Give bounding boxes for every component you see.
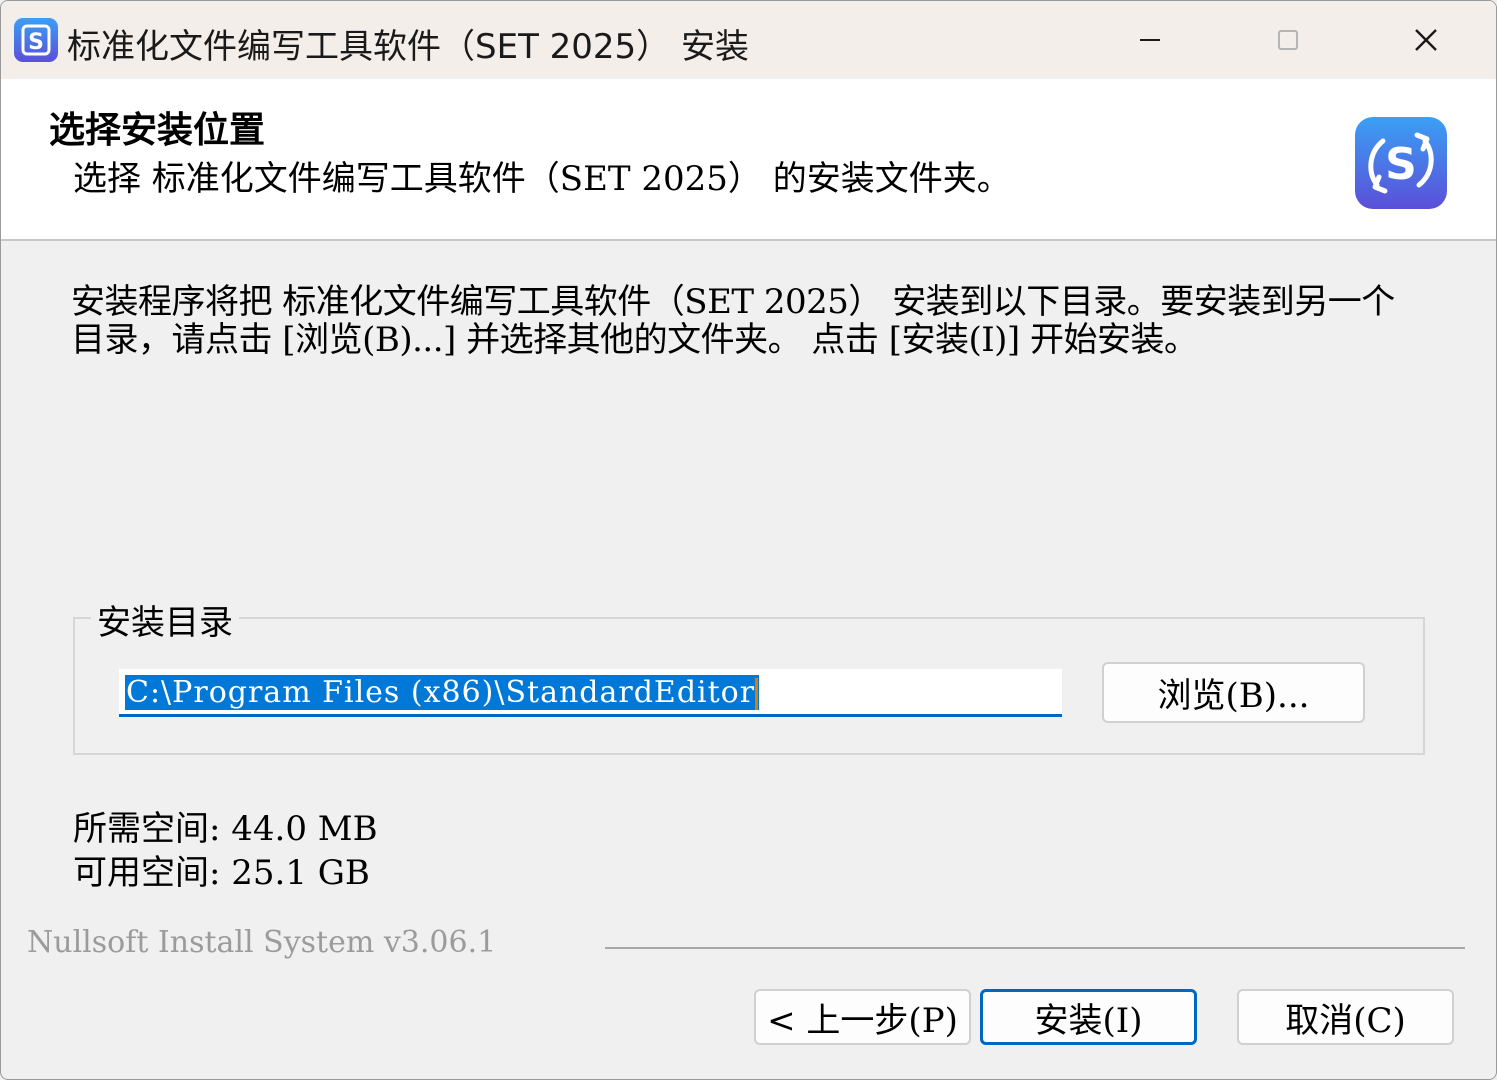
window-title: 标准化文件编写工具软件（SET 2025） 安装	[67, 27, 749, 67]
space-required: 所需空间: 44.0 MB	[73, 809, 378, 849]
install-path-value: C:\Program Files (x86)\StandardEditor	[125, 675, 760, 710]
svg-text:S: S	[28, 30, 44, 55]
installer-window: S 标准化文件编写工具软件（SET 2025） 安装 选择安装位置 选择 标准化…	[0, 0, 1497, 1080]
install-path-input[interactable]: C:\Program Files (x86)\StandardEditor	[119, 669, 1062, 717]
back-button[interactable]: < 上一步(P)	[754, 989, 971, 1045]
minimize-icon	[1140, 39, 1160, 41]
page-subtitle: 选择 标准化文件编写工具软件（SET 2025） 的安装文件夹。	[73, 159, 1011, 199]
app-icon: S	[14, 18, 58, 62]
branding-text: Nullsoft Install System v3.06.1	[27, 925, 497, 960]
branding-divider	[605, 947, 1465, 949]
browse-button[interactable]: 浏览(B)...	[1102, 662, 1365, 723]
instructions-text: 安装程序将把 标准化文件编写工具软件（SET 2025） 安装到以下目录。要安装…	[71, 282, 1395, 360]
close-icon	[1415, 29, 1437, 51]
install-button[interactable]: 安装(I)	[980, 989, 1197, 1045]
page-title: 选择安装位置	[49, 109, 266, 151]
cancel-button[interactable]: 取消(C)	[1237, 989, 1454, 1045]
destination-group-label: 安装目录	[91, 595, 239, 644]
text-caret	[755, 678, 759, 710]
maximize-button[interactable]	[1219, 1, 1357, 79]
set-logo-icon: S	[1355, 117, 1447, 209]
close-button[interactable]	[1357, 1, 1495, 79]
title-bar[interactable]: S 标准化文件编写工具软件（SET 2025） 安装	[1, 1, 1496, 79]
page-header: 选择安装位置 选择 标准化文件编写工具软件（SET 2025） 的安装文件夹。 …	[1, 79, 1496, 241]
svg-text:S: S	[1385, 139, 1417, 190]
minimize-button[interactable]	[1081, 1, 1219, 79]
space-available: 可用空间: 25.1 GB	[73, 853, 370, 893]
maximize-icon	[1278, 30, 1298, 50]
